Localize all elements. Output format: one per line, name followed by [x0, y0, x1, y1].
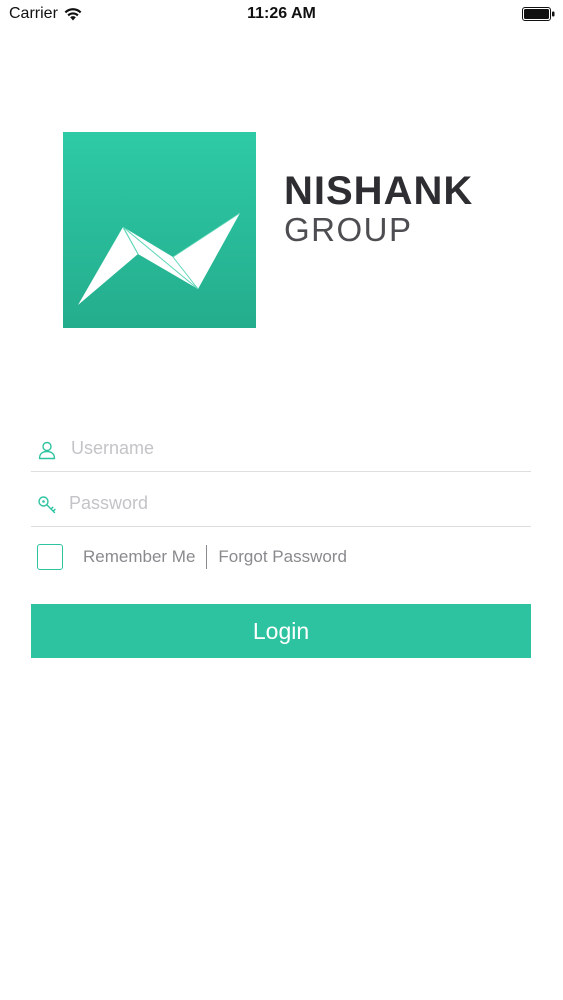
password-input[interactable]: [69, 487, 519, 519]
status-bar: Carrier 11:26 AM: [0, 0, 563, 30]
login-button[interactable]: Login: [31, 604, 531, 658]
folded-paper-logo-icon: [63, 132, 256, 328]
user-icon: [38, 441, 56, 460]
username-field: [31, 426, 531, 472]
link-divider: [206, 545, 208, 569]
battery-icon: [522, 7, 555, 21]
login-screen: Carrier 11:26 AM NISHANK GROUP Username …: [0, 0, 563, 1000]
brand-subtitle: GROUP: [284, 211, 413, 248]
remember-row: Remember Me Forgot Password: [37, 542, 347, 572]
username-input[interactable]: [71, 432, 521, 464]
forgot-password-link[interactable]: Forgot Password: [218, 547, 347, 567]
remember-me-checkbox[interactable]: [37, 544, 63, 570]
brand-name: NISHANK: [284, 169, 474, 213]
key-icon: [38, 496, 56, 514]
password-field: [31, 481, 531, 527]
remember-me-label[interactable]: Remember Me: [83, 547, 195, 567]
logo-graphic: [78, 212, 241, 305]
status-time: 11:26 AM: [247, 5, 316, 22]
